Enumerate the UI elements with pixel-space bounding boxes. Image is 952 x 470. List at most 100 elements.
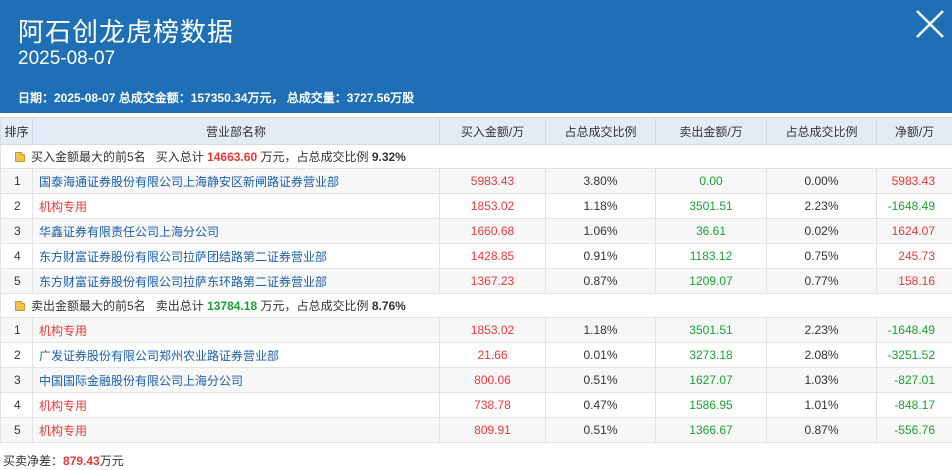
- group-total-value: 14663.60: [207, 150, 258, 164]
- rank-cell: 2: [0, 193, 33, 219]
- table-row: 3 中国国际金融股份有限公司上海分公司 800.06 0.51% 1627.07 1.03…: [0, 367, 952, 393]
- sell-amount-cell: 1366.67: [655, 417, 767, 443]
- buy-amount-cell: 1660.68: [439, 218, 546, 244]
- rank-cell: 1: [0, 317, 33, 343]
- buy-amount-cell: 738.78: [439, 392, 546, 418]
- sell-ratio-cell: 0.77%: [766, 268, 877, 294]
- sell-group-summary: 卖出金额最大的前5名 卖出总计 13784.18 万元，占总成交比例 8.76%: [0, 293, 952, 318]
- branch-link[interactable]: 机构专用: [39, 324, 87, 338]
- sell-amount-cell: 3273.18: [655, 342, 767, 368]
- branch-cell: 东方财富证券股份有限公司拉萨东环路第二证券营业部: [32, 268, 440, 294]
- net-amount-cell: -3251.52: [876, 342, 952, 368]
- net-amount-cell: 158.16: [876, 268, 952, 294]
- folder-icon: [15, 301, 25, 311]
- branch-cell: 机构专用: [32, 392, 440, 418]
- col-header-sell-ratio[interactable]: 占总成交比例: [766, 117, 877, 145]
- table-row: 5 机构专用 809.91 0.51% 1366.67 0.87% -556.76: [0, 417, 952, 443]
- col-header-branch[interactable]: 营业部名称: [32, 117, 440, 145]
- sell-amount-cell: 1627.07: [655, 367, 767, 393]
- rank-cell: 5: [0, 417, 33, 443]
- net-amount-cell: -1648.49: [876, 317, 952, 343]
- table-row: 2 广发证券股份有限公司郑州农业路证券营业部 21.66 0.01% 3273.18 2.…: [0, 342, 952, 368]
- close-icon[interactable]: [914, 8, 946, 40]
- sell-ratio-cell: 2.08%: [766, 342, 877, 368]
- net-amount-cell: -848.17: [876, 392, 952, 418]
- buy-group-row: 买入金额最大的前5名 买入总计 14663.60 万元，占总成交比例 9.32%: [0, 144, 952, 169]
- sell-ratio-cell: 1.03%: [766, 367, 877, 393]
- col-header-net[interactable]: 净额/万: [876, 117, 952, 145]
- net-difference-value: 879.43: [63, 454, 100, 468]
- table-row: 2 机构专用 1853.02 1.18% 3501.51 2.23% -1648.49: [0, 193, 952, 219]
- rank-cell: 2: [0, 342, 33, 368]
- sell-ratio-cell: 0.00%: [766, 168, 877, 194]
- branch-cell: 机构专用: [32, 193, 440, 219]
- col-header-sell-amount[interactable]: 卖出金额/万: [655, 117, 767, 145]
- branch-link[interactable]: 华鑫证券有限责任公司上海分公司: [39, 225, 219, 239]
- sell-ratio-cell: 0.02%: [766, 218, 877, 244]
- rank-cell: 3: [0, 367, 33, 393]
- folder-icon: [15, 152, 25, 162]
- table-row: 1 机构专用 1853.02 1.18% 3501.51 2.23% -1648.49: [0, 317, 952, 343]
- net-amount-cell: 5983.43: [876, 168, 952, 194]
- sell-amount-cell: 1209.07: [655, 268, 767, 294]
- buy-ratio-cell: 1.18%: [545, 193, 656, 219]
- net-amount-cell: 245.73: [876, 243, 952, 269]
- buy-amount-cell: 5983.43: [439, 168, 546, 194]
- sell-amount-cell: 1586.95: [655, 392, 767, 418]
- rank-cell: 1: [0, 168, 33, 194]
- rank-cell: 4: [0, 243, 33, 269]
- sell-ratio-cell: 2.23%: [766, 193, 877, 219]
- branch-link[interactable]: 国泰海通证券股份有限公司上海静安区新闸路证券营业部: [39, 175, 339, 189]
- sell-amount-cell: 1183.12: [655, 243, 767, 269]
- buy-group-summary: 买入金额最大的前5名 买入总计 14663.60 万元，占总成交比例 9.32%: [0, 144, 952, 169]
- buy-amount-cell: 1853.02: [439, 193, 546, 219]
- branch-cell: 东方财富证券股份有限公司拉萨团结路第二证券营业部: [32, 243, 440, 269]
- buy-amount-cell: 800.06: [439, 367, 546, 393]
- branch-link[interactable]: 广发证券股份有限公司郑州农业路证券营业部: [39, 349, 279, 363]
- branch-link[interactable]: 东方财富证券股份有限公司拉萨东环路第二证券营业部: [39, 275, 327, 289]
- group-label: 卖出金额最大的前5名: [31, 299, 146, 313]
- branch-link[interactable]: 机构专用: [39, 200, 87, 214]
- group-label: 买入金额最大的前5名: [31, 150, 146, 164]
- sell-ratio-cell: 0.87%: [766, 417, 877, 443]
- buy-ratio-cell: 0.01%: [545, 342, 656, 368]
- col-header-buy-amount[interactable]: 买入金额/万: [439, 117, 546, 145]
- col-header-buy-ratio[interactable]: 占总成交比例: [545, 117, 656, 145]
- group-total-prefix: 卖出总计: [155, 299, 204, 313]
- dialog-header: 阿石创龙虎榜数据 2025-08-07 日期：2025-08-07 总成交金额：…: [0, 0, 952, 113]
- col-header-rank[interactable]: 排序: [0, 117, 33, 145]
- buy-ratio-cell: 0.87%: [545, 268, 656, 294]
- branch-cell: 机构专用: [32, 417, 440, 443]
- trade-summary: 日期：2025-08-07 总成交金额：157350.34万元， 总成交量：37…: [18, 91, 415, 105]
- table-row: 4 机构专用 738.78 0.47% 1586.95 1.01% -848.17: [0, 392, 952, 418]
- group-total-value: 13784.18: [207, 299, 258, 313]
- branch-link[interactable]: 中国国际金融股份有限公司上海分公司: [39, 374, 243, 388]
- net-difference-label: 买卖净差：: [3, 454, 64, 468]
- dragon-tiger-table: 排序 营业部名称 买入金额/万 占总成交比例 卖出金额/万 占总成交比例 净额/…: [0, 117, 952, 443]
- buy-ratio-cell: 0.51%: [545, 417, 656, 443]
- buy-ratio-cell: 3.80%: [545, 168, 656, 194]
- page-date: 2025-08-07: [18, 48, 116, 69]
- buy-ratio-cell: 0.47%: [545, 392, 656, 418]
- group-total-suffix: 万元，占总成交比例: [260, 150, 369, 164]
- net-amount-cell: -827.01: [876, 367, 952, 393]
- sell-ratio-cell: 2.23%: [766, 317, 877, 343]
- buy-ratio-cell: 1.18%: [545, 317, 656, 343]
- branch-link[interactable]: 机构专用: [39, 424, 87, 438]
- buy-amount-cell: 809.91: [439, 417, 546, 443]
- sell-amount-cell: 0.00: [655, 168, 767, 194]
- buy-amount-cell: 1853.02: [439, 317, 546, 343]
- branch-link[interactable]: 机构专用: [39, 399, 87, 413]
- rank-cell: 3: [0, 218, 33, 244]
- net-difference: 买卖净差：879.43万元: [3, 452, 124, 469]
- table-row: 1 国泰海通证券股份有限公司上海静安区新闸路证券营业部 5983.43 3.80% 0.…: [0, 168, 952, 194]
- branch-link[interactable]: 东方财富证券股份有限公司拉萨团结路第二证券营业部: [39, 250, 327, 264]
- table-row: 3 华鑫证券有限责任公司上海分公司 1660.68 1.06% 36.61 0.02% 16…: [0, 218, 952, 244]
- net-amount-cell: 1624.07: [876, 218, 952, 244]
- group-ratio: 8.76%: [371, 299, 406, 313]
- table-row: 5 东方财富证券股份有限公司拉萨东环路第二证券营业部 1367.23 0.87% 120…: [0, 268, 952, 294]
- sell-amount-cell: 36.61: [655, 218, 767, 244]
- buy-amount-cell: 1428.85: [439, 243, 546, 269]
- buy-ratio-cell: 1.06%: [545, 218, 656, 244]
- table-row: 4 东方财富证券股份有限公司拉萨团结路第二证券营业部 1428.85 0.91% 118…: [0, 243, 952, 269]
